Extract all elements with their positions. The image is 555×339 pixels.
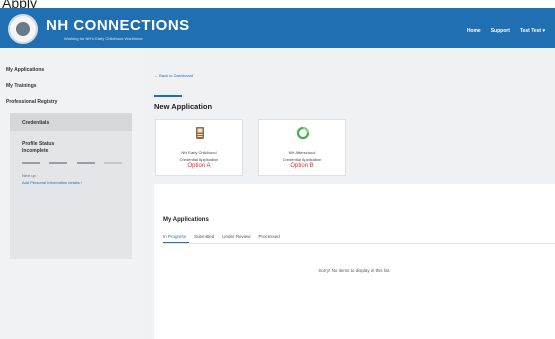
credentials-panel: Credentials Profile Status Incomplete Ne… [10,113,132,259]
profile-status-value: Incomplete [22,148,49,154]
card-title-line2: Credential Application [179,157,219,162]
state-seal-logo[interactable] [8,14,38,44]
tab-in-progress[interactable]: In Progress [163,234,186,239]
card-title-line1: NH Early Childhood [181,150,217,155]
card-option-label: Option B [290,163,314,169]
credentials-header: Credentials [10,113,132,131]
header-nav: Home Support Test Test ▾ [467,28,545,34]
tab-processed[interactable]: Processed [259,234,280,239]
my-applications-panel: My Applications In Progress Submitted Un… [154,184,555,339]
credentials-title[interactable]: Credentials [22,120,49,126]
sidebar: My Applications My Trainings Professiona… [0,48,140,339]
profile-progress-steps [22,162,122,164]
page-title: New Application [154,102,213,111]
afterschool-ring-icon [296,126,310,140]
progress-step [103,162,122,164]
brand-tagline: Working for NH's Early Childhood Workfor… [64,36,143,41]
my-applications-title: My Applications [163,217,209,223]
sidebar-item-professional-registry[interactable]: Professional Registry [6,99,57,105]
main-content: ← Back to Dashboard New Application NH E… [140,48,555,339]
page-caption: Apply [2,0,38,11]
early-childhood-application-card[interactable]: NH Early Childhood Credential Applicatio… [155,119,243,176]
empty-list-message: Sorry! No items to display in this list. [318,268,391,273]
back-to-dashboard-link[interactable]: ← Back to Dashboard [154,73,193,78]
user-menu[interactable]: Test Test ▾ [520,28,545,34]
tab-submitted[interactable]: Submitted [194,234,214,239]
progress-step [22,162,40,164]
afterschool-application-card[interactable]: NH Afterschool Credential Application Op… [258,119,346,176]
brand-title[interactable]: NH CONNECTIONS [46,17,190,34]
sidebar-item-my-applications[interactable]: My Applications [6,67,44,73]
next-up-label: Next up [22,173,36,178]
progress-step [76,162,95,164]
nav-support-link[interactable]: Support [491,28,510,34]
application-tabs: In Progress Submitted Under Review Proce… [163,234,280,239]
application-document-icon [196,127,204,139]
top-navigation-bar: NH CONNECTIONS Working for NH's Early Ch… [0,8,555,48]
tab-under-review[interactable]: Under Review [222,234,250,239]
card-title-line2: Credential Application [282,157,322,162]
section-accent-bar [154,95,182,97]
sidebar-item-my-trainings[interactable]: My Trainings [6,83,37,89]
profile-status-label: Profile Status [22,141,55,147]
card-option-label: Option A [187,163,211,169]
progress-step [49,162,68,164]
next-up-link[interactable]: Add Personal Information details › [22,180,82,185]
nav-home-link[interactable]: Home [467,28,481,34]
tabs-divider [163,243,555,244]
card-title-line1: NH Afterschool [288,150,316,155]
